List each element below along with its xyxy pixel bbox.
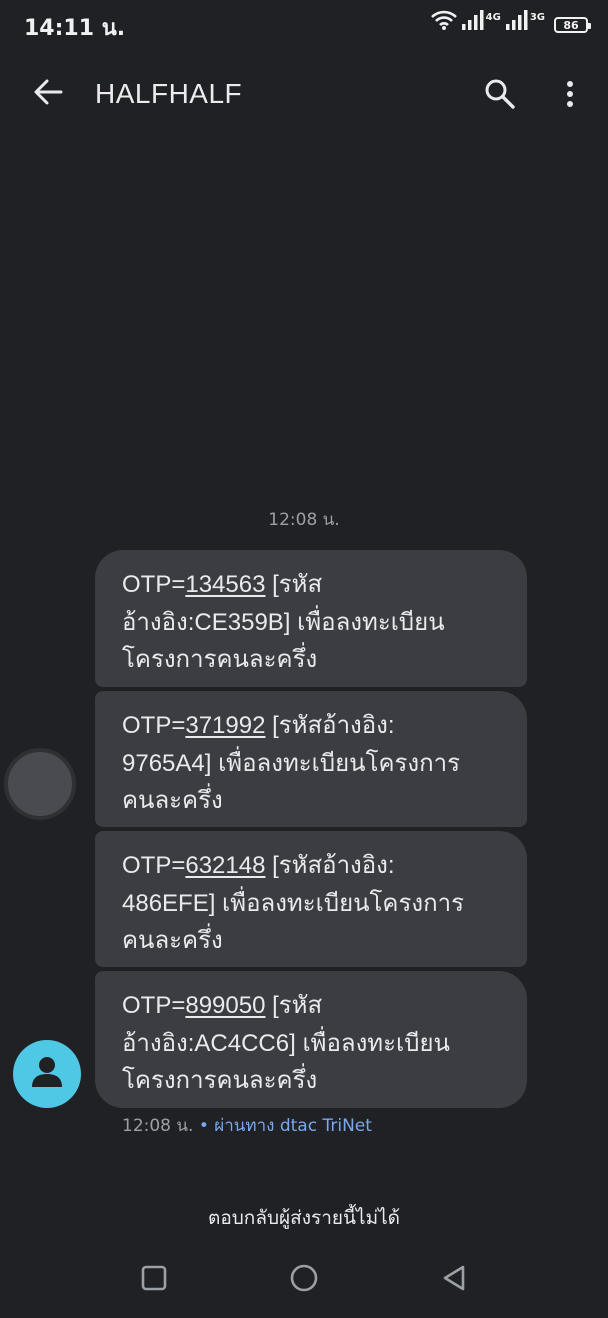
carrier-info: • ผ่านทาง dtac TriNet: [193, 1116, 372, 1136]
avatar[interactable]: [13, 1040, 81, 1108]
signal-icon-2: [505, 10, 528, 34]
network-type-label-2: 3G: [529, 12, 545, 23]
message-line: 486EFE] เพื่อลงทะเบียนโครงการ: [122, 889, 464, 917]
message-line: OTP=134563 [รหัส: [122, 566, 507, 604]
message-line: 9765A4] เพื่อลงทะเบียนโครงการ: [122, 749, 461, 777]
message-bubble[interactable]: OTP=371992 [รหัสอ้างอิง: 9765A4] เพื่อลง…: [95, 691, 527, 827]
more-options-button[interactable]: [552, 74, 588, 118]
message-meta: 12:08 น. • ผ่านทาง dtac TriNet: [122, 1112, 372, 1139]
otp-code-link[interactable]: 899050: [185, 992, 265, 1019]
square-icon: [141, 1265, 167, 1295]
message-line: อ้างอิง:CE359B] เพื่อลงทะเบียน: [122, 608, 445, 636]
back-nav-button[interactable]: [434, 1260, 474, 1300]
message-bubble[interactable]: OTP=899050 [รหัส อ้างอิง:AC4CC6] เพื่อลง…: [95, 971, 527, 1108]
otp-prefix: OTP=: [122, 852, 186, 879]
message-bubble[interactable]: OTP=134563 [รหัส อ้างอิง:CE359B] เพื่อลง…: [95, 550, 527, 687]
recents-button[interactable]: [134, 1260, 174, 1300]
home-button[interactable]: [284, 1260, 324, 1300]
message-text: [รหัสอ้างอิง:: [265, 712, 395, 739]
status-icons: 4G 3G 86: [430, 10, 591, 34]
otp-prefix: OTP=: [122, 992, 186, 1019]
battery-level: 86: [563, 18, 579, 32]
battery-icon: 86: [554, 17, 591, 33]
message-line: คนละครึ่ง: [122, 927, 223, 954]
message-line: โครงการคนละครึ่ง: [122, 1067, 318, 1094]
message-line: โครงการคนละครึ่ง: [122, 646, 318, 673]
arrow-back-icon: [33, 79, 63, 109]
no-reply-notice: ตอบกลับผู้ส่งรายนี้ไม่ได้: [208, 1207, 400, 1229]
otp-code-link[interactable]: 371992: [185, 712, 265, 739]
message-line: อ้างอิง:AC4CC6] เพื่อลงทะเบียน: [122, 1029, 450, 1057]
circle-icon: [289, 1263, 319, 1297]
otp-prefix: OTP=: [122, 571, 186, 598]
message-time: 12:08 น.: [122, 1116, 194, 1136]
status-bar: 14:11 น. 4G 3G 86: [0, 0, 608, 50]
wifi-icon: [430, 10, 457, 34]
search-button[interactable]: [478, 74, 522, 118]
status-time: 14:11 น.: [24, 16, 126, 41]
person-icon: [27, 1052, 67, 1096]
navigation-bar: [0, 1248, 608, 1308]
app-bar: HALFHALF: [0, 58, 608, 130]
network-type-label: 4G: [485, 12, 501, 23]
date-separator: 12:08 น.: [268, 510, 340, 530]
otp-code-link[interactable]: 632148: [185, 852, 265, 879]
message-text: [รหัส: [265, 992, 323, 1019]
message-text: [รหัส: [265, 571, 323, 598]
message-text: [รหัสอ้างอิง:: [265, 852, 395, 879]
message-line: OTP=899050 [รหัส: [122, 987, 507, 1025]
conversation-title: HALFHALF: [95, 78, 243, 109]
signal-icon: [461, 10, 484, 34]
scroll-handle[interactable]: [8, 752, 72, 816]
message-line: OTP=632148 [รหัสอ้างอิง:: [122, 847, 507, 885]
otp-prefix: OTP=: [122, 712, 186, 739]
message-bubble[interactable]: OTP=632148 [รหัสอ้างอิง: 486EFE] เพื่อลง…: [95, 831, 527, 967]
more-vert-icon: [566, 80, 574, 112]
search-icon: [484, 78, 516, 114]
back-button[interactable]: [28, 74, 68, 114]
otp-code-link[interactable]: 134563: [185, 571, 265, 598]
triangle-back-icon: [441, 1264, 467, 1296]
message-line: OTP=371992 [รหัสอ้างอิง:: [122, 707, 507, 745]
message-line: คนละครึ่ง: [122, 787, 223, 814]
